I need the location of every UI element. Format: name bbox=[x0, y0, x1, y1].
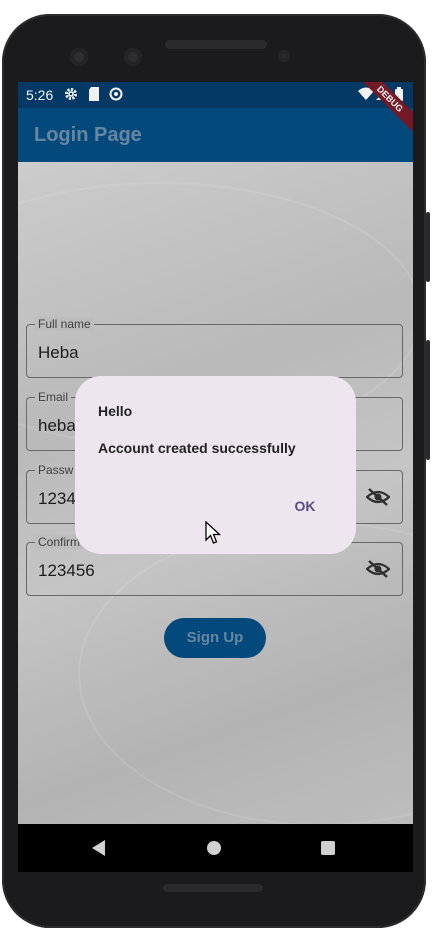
home-icon[interactable] bbox=[207, 841, 221, 855]
back-icon[interactable] bbox=[92, 840, 106, 861]
ok-button[interactable]: OK bbox=[280, 492, 330, 520]
front-sensor-icon bbox=[124, 48, 142, 66]
device-screen: 5:26 Login Page DEBUG Full name Heba Ema… bbox=[18, 82, 413, 872]
dialog-message: Account created successfully bbox=[98, 440, 296, 456]
proximity-sensor-icon bbox=[278, 50, 290, 62]
dialog-title: Hello bbox=[98, 403, 133, 419]
power-button bbox=[426, 212, 430, 282]
earpiece-speaker bbox=[165, 40, 267, 49]
volume-button bbox=[426, 340, 430, 460]
bottom-speaker bbox=[163, 884, 263, 892]
front-camera-icon bbox=[70, 48, 88, 66]
mouse-pointer-icon bbox=[205, 520, 222, 550]
system-nav-bar bbox=[18, 824, 413, 872]
recents-icon[interactable] bbox=[321, 841, 335, 855]
